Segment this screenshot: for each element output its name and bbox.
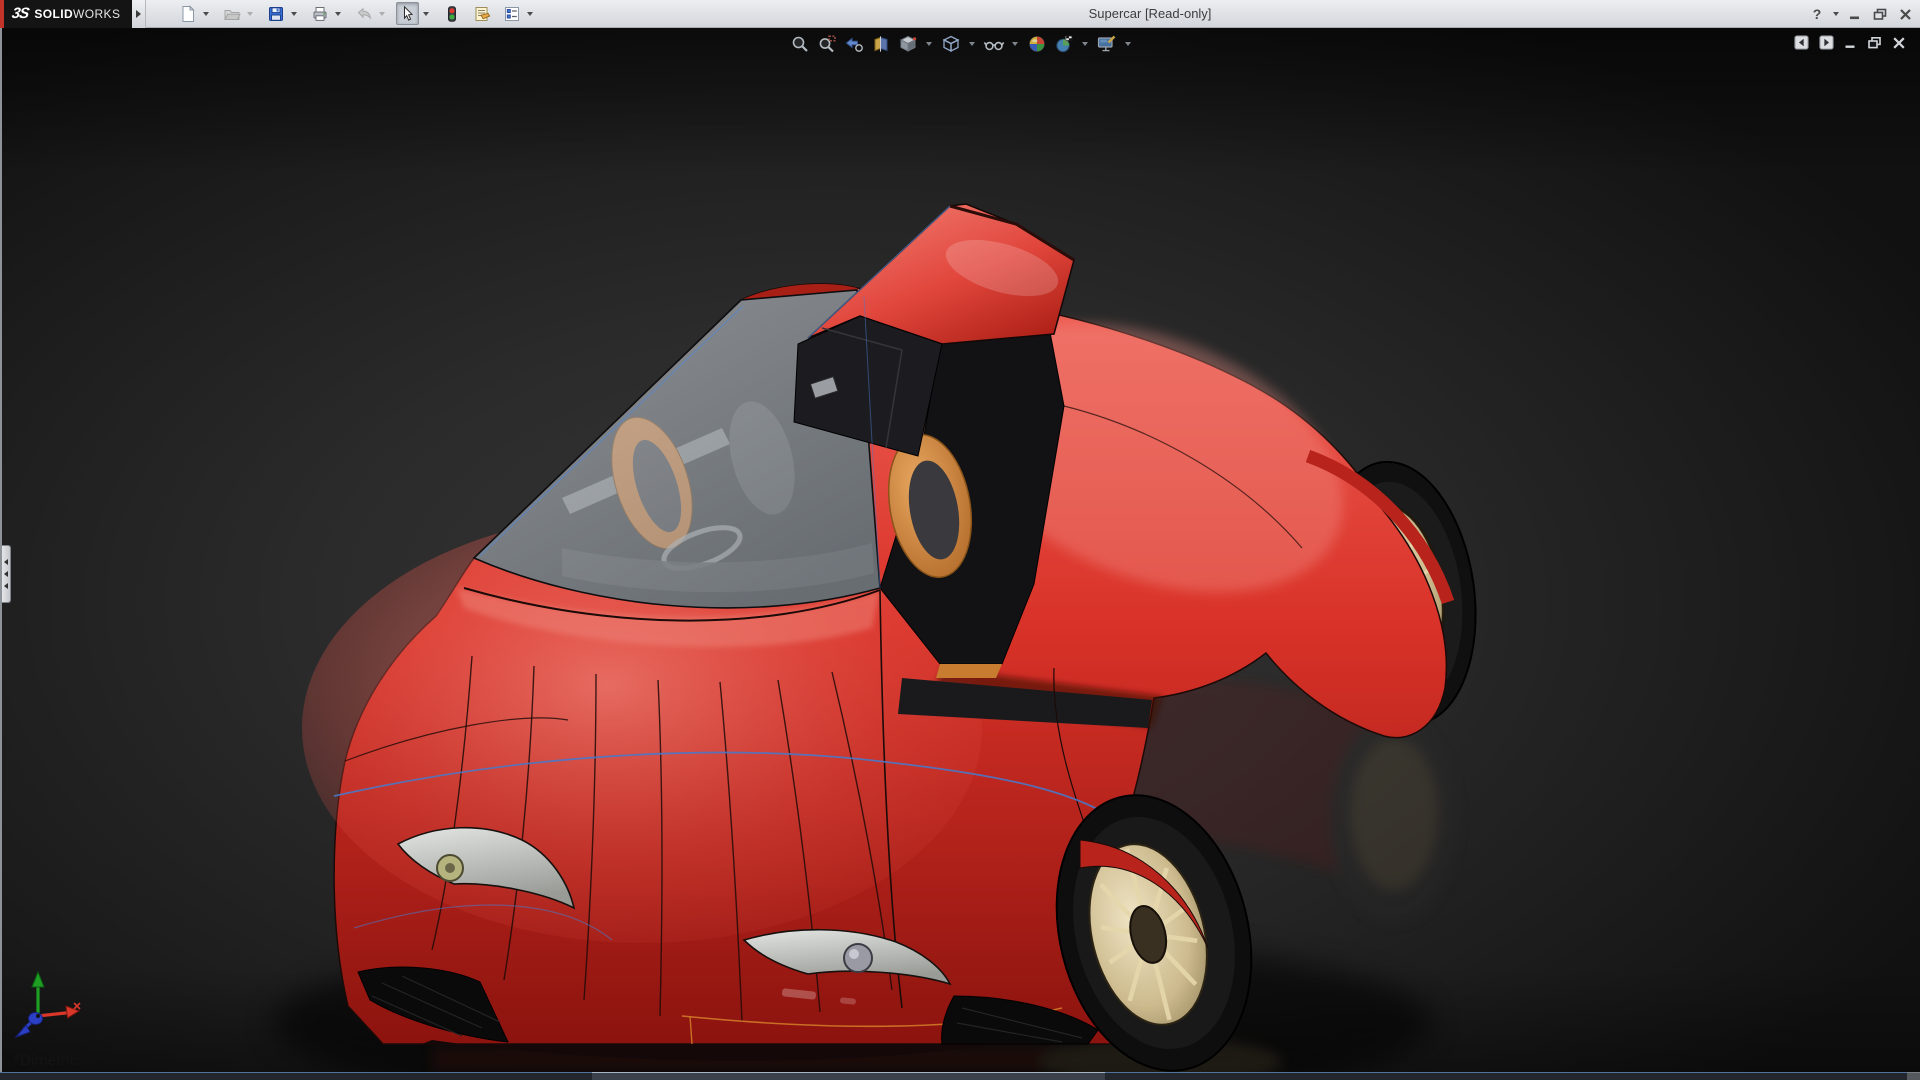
edit-appearance-button[interactable]: [1024, 31, 1049, 56]
restore-document-button[interactable]: [1867, 36, 1882, 50]
monitor-icon: [1097, 35, 1116, 51]
minimize-icon: [1850, 16, 1859, 20]
view-settings-button[interactable]: [1094, 31, 1119, 56]
y-axis-arrowhead: [31, 970, 45, 988]
taskbar-button-edge: [592, 1072, 1105, 1080]
options-dropdown[interactable]: [527, 11, 533, 16]
taskbar-edge: [0, 1072, 1920, 1080]
magnifier-icon: [792, 36, 808, 52]
minimize-button[interactable]: [1846, 4, 1864, 24]
restore-icon: [1868, 36, 1881, 48]
zoom-to-fit-button[interactable]: [787, 31, 812, 56]
close-button[interactable]: [1896, 4, 1914, 24]
help-dropdown[interactable]: [1833, 12, 1839, 16]
collapse-pane-button[interactable]: [1794, 35, 1809, 50]
minimize-document-button[interactable]: [1844, 36, 1857, 49]
orientation-cube-icon: [899, 35, 916, 52]
back-arrow-magnifier-icon: [845, 37, 863, 52]
hide-show-items-dropdown[interactable]: [1012, 41, 1018, 46]
save-floppy-icon: [268, 6, 283, 21]
car-model-3d[interactable]: [2, 28, 1920, 1072]
apply-scene-dropdown[interactable]: [1082, 41, 1088, 46]
right-arrow-icon: [136, 9, 141, 18]
orientation-triad: [14, 970, 81, 1039]
restore-button[interactable]: [1871, 4, 1889, 24]
options-button[interactable]: [500, 2, 523, 25]
help-button[interactable]: ?: [1808, 4, 1826, 24]
rebuild-button[interactable]: [440, 2, 463, 25]
x-axis-arrowhead: [65, 1005, 81, 1019]
display-style-button[interactable]: [938, 31, 963, 56]
document-title: Supercar [Read-only]: [1088, 6, 1212, 21]
close-icon: [1893, 36, 1905, 49]
apply-scene-button[interactable]: [1051, 31, 1076, 56]
select-tool-button[interactable]: [396, 2, 419, 25]
display-style-dropdown[interactable]: [969, 41, 975, 46]
print-button[interactable]: [308, 2, 331, 25]
color-ball-icon: [1028, 35, 1045, 52]
logo-red-stripe: [0, 0, 4, 28]
file-properties-button[interactable]: [470, 2, 493, 25]
hide-show-items-button[interactable]: [981, 31, 1006, 56]
close-document-button[interactable]: [1892, 36, 1906, 50]
undo-arrow-icon: [357, 7, 371, 20]
open-document-button[interactable]: [220, 2, 243, 25]
wireframe-cube-icon: [942, 35, 959, 52]
view-orientation-label: *Dimetric: [14, 1052, 78, 1069]
heads-up-view-toolbar: [787, 31, 1135, 56]
new-document-icon: [182, 4, 195, 22]
printer-icon: [313, 6, 326, 21]
solidworks-logo: 3S SOLIDWORKS: [0, 0, 132, 28]
undo-dropdown[interactable]: [379, 11, 385, 16]
select-dropdown[interactable]: [423, 11, 429, 16]
zoom-to-area-button[interactable]: [814, 31, 839, 56]
minimize-icon: [1845, 45, 1855, 48]
title-bar: 3S SOLIDWORKS Supercar [Read-only] ?: [0, 0, 1920, 28]
note-hand-icon: [475, 6, 490, 21]
close-icon: [1899, 8, 1911, 20]
magnifier-area-icon: [819, 35, 836, 52]
previous-view-button[interactable]: [841, 31, 866, 56]
left-arrow-icon: [4, 571, 8, 577]
triad-origin: [36, 1014, 40, 1018]
section-view-button[interactable]: [868, 31, 893, 56]
view-settings-dropdown[interactable]: [1125, 41, 1131, 46]
cursor-arrow-icon: [403, 5, 413, 21]
solidworks-window: 3S SOLIDWORKS Supercar [Read-only] ? *Di…: [0, 0, 1920, 1080]
window-controls: ?: [1808, 0, 1914, 28]
open-folder-icon: [223, 9, 241, 20]
print-dropdown[interactable]: [335, 11, 341, 16]
section-cube-icon: [874, 35, 887, 52]
checklist-icon: [504, 6, 519, 21]
new-dropdown[interactable]: [203, 11, 209, 16]
scene-flag-ball-icon: [1055, 35, 1072, 52]
traffic-light-icon: [447, 5, 456, 22]
document-window-controls: [1794, 35, 1906, 50]
left-arrow-icon: [4, 559, 8, 565]
save-button[interactable]: [264, 2, 287, 25]
featuremanager-collapse-handle[interactable]: [2, 545, 11, 603]
new-document-button[interactable]: [176, 2, 199, 25]
view-orientation-dropdown[interactable]: [926, 41, 932, 46]
z-axis-hub: [28, 1012, 43, 1025]
solidworks-wordmark: SOLIDWORKS: [34, 6, 121, 21]
save-dropdown[interactable]: [291, 11, 297, 16]
restore-icon: [1873, 8, 1887, 20]
taskbar-corner-nub: [1907, 1072, 1920, 1080]
view-orientation-button[interactable]: [895, 31, 920, 56]
3ds-logo-mark: 3S: [10, 5, 30, 22]
menu-expand-button[interactable]: [132, 0, 146, 28]
pane-left-arrow-icon: [1794, 35, 1809, 50]
left-arrow-icon: [4, 583, 8, 589]
x-axis: [37, 1010, 71, 1018]
standard-toolbar: [176, 2, 544, 25]
pane-right-arrow-icon: [1819, 35, 1834, 50]
x-axis-label-mark: [73, 1002, 81, 1010]
expand-pane-button[interactable]: [1819, 35, 1834, 50]
graphics-viewport[interactable]: *Dimetric: [0, 28, 1920, 1072]
open-dropdown[interactable]: [247, 11, 253, 16]
eyeglasses-icon: [983, 41, 1004, 50]
undo-button[interactable]: [352, 2, 375, 25]
